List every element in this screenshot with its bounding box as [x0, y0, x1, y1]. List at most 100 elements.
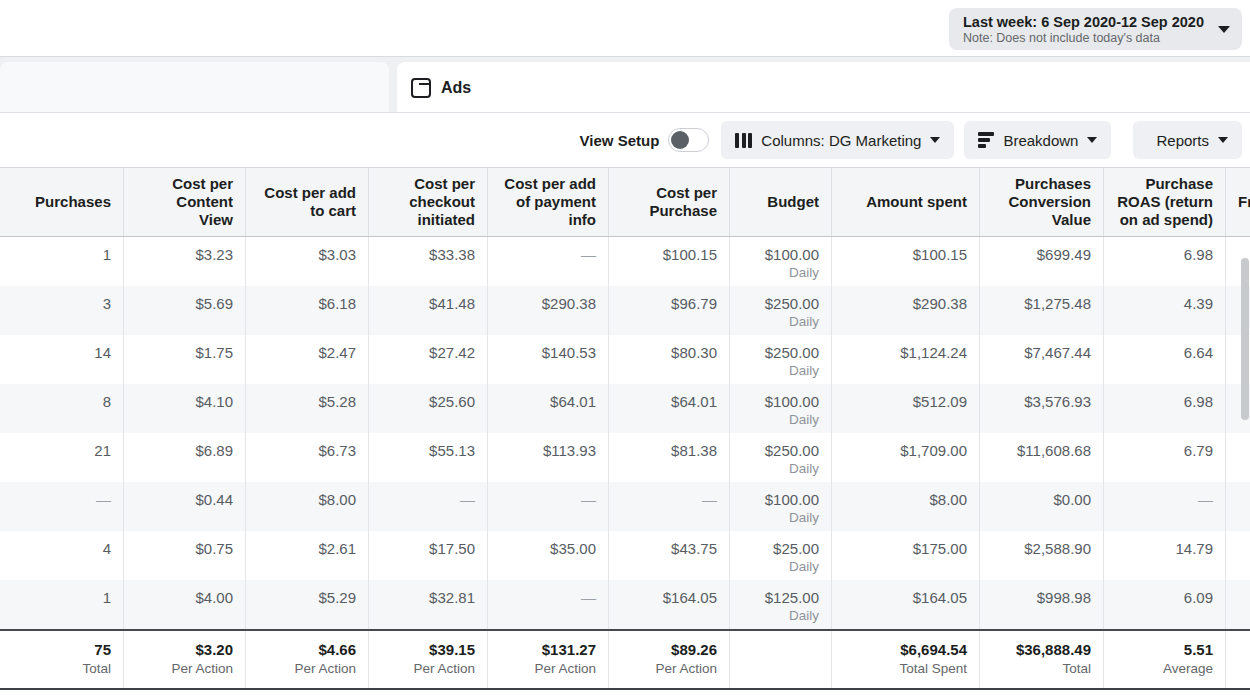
- table-cell: $100.00Daily: [729, 482, 831, 531]
- table-row[interactable]: —$0.44$8.00———$100.00Daily$8.00$0.00—: [0, 482, 1250, 531]
- column-header-label: Budget: [767, 193, 819, 211]
- table-cell: $175.00: [831, 531, 979, 580]
- table-cell: $6.73: [245, 433, 368, 482]
- table-cell: $250.00Daily: [729, 286, 831, 335]
- table-cell: $35.00: [487, 531, 608, 580]
- breakdown-icon: [978, 132, 994, 148]
- table-cell: $5.29: [245, 580, 368, 629]
- vertical-scrollbar-thumb[interactable]: [1241, 258, 1249, 420]
- table-cell: 8: [0, 384, 123, 433]
- table-cell: $164.05: [831, 580, 979, 629]
- table-cell: —: [1103, 482, 1225, 531]
- table-row[interactable]: 14$1.75$2.47$27.42$140.53$80.30$250.00Da…: [0, 335, 1250, 384]
- table-cell: $0.75: [123, 531, 245, 580]
- chevron-down-icon: [1218, 26, 1230, 33]
- table-cell: $25.00Daily: [729, 531, 831, 580]
- table-cell: $2.47: [245, 335, 368, 384]
- table-cell: $55.13: [368, 433, 487, 482]
- toggle-knob: [671, 131, 689, 149]
- breakdown-button[interactable]: Breakdown: [964, 121, 1111, 159]
- table-cell: [1225, 482, 1250, 531]
- column-header-cost-per-add-of-payment-info[interactable]: Cost per add of payment info: [487, 168, 608, 236]
- table-cell: $113.93: [487, 433, 608, 482]
- table-row[interactable]: 4$0.75$2.61$17.50$35.00$43.75$25.00Daily…: [0, 531, 1250, 580]
- ads-icon: [411, 78, 431, 98]
- reports-button-label: Reports: [1156, 132, 1209, 149]
- column-header-cost-per-add-to-cart[interactable]: Cost per add to cart: [245, 168, 368, 236]
- table-totals-row: 75Total$3.20Per Action$4.66Per Action$39…: [0, 629, 1250, 690]
- tab-ads-label: Ads: [441, 79, 471, 97]
- table-cell: $699.49: [979, 237, 1103, 286]
- table-cell: 4: [0, 531, 123, 580]
- table-cell: —: [487, 237, 608, 286]
- table-cell: 4.39: [1103, 286, 1225, 335]
- table-cell: [1225, 580, 1250, 629]
- table-cell: $4.10: [123, 384, 245, 433]
- table-cell: $81.38: [608, 433, 729, 482]
- table-cell: $27.42: [368, 335, 487, 384]
- table-cell: 6.79: [1103, 433, 1225, 482]
- column-header-cost-per-purchase[interactable]: Cost per Purchase: [608, 168, 729, 236]
- table-row[interactable]: 1$4.00$5.29$32.81—$164.05$125.00Daily$16…: [0, 580, 1250, 629]
- column-header-amount-spent[interactable]: Amount spent: [831, 168, 979, 236]
- totals-cell: $131.27Per Action: [487, 631, 608, 688]
- date-range-texts: Last week: 6 Sep 2020-12 Sep 2020 Note: …: [963, 14, 1204, 45]
- table-cell: 6.09: [1103, 580, 1225, 629]
- table-cell: 6.98: [1103, 237, 1225, 286]
- top-bar: Last week: 6 Sep 2020-12 Sep 2020 Note: …: [0, 0, 1250, 57]
- tab-ads[interactable]: Ads: [397, 62, 1250, 113]
- chevron-down-icon: [1087, 137, 1097, 143]
- columns-icon: [735, 133, 752, 148]
- totals-cell: $36,888.49Total: [979, 631, 1103, 688]
- column-header-cost-per-content-view[interactable]: Cost per Content View: [123, 168, 245, 236]
- table-cell: $164.05: [608, 580, 729, 629]
- table-cell: $512.09: [831, 384, 979, 433]
- tab-strip: Ads: [0, 57, 1250, 113]
- reports-button[interactable]: Reports: [1133, 121, 1242, 159]
- table-row[interactable]: 3$5.69$6.18$41.48$290.38$96.79$250.00Dai…: [0, 286, 1250, 335]
- table-cell: $80.30: [608, 335, 729, 384]
- view-setup-toggle[interactable]: [668, 128, 709, 152]
- date-range-selector[interactable]: Last week: 6 Sep 2020-12 Sep 2020 Note: …: [949, 8, 1242, 50]
- table-cell: $1,709.00: [831, 433, 979, 482]
- table-cell: $32.81: [368, 580, 487, 629]
- column-header-purchases-conversion-value[interactable]: Purchases Conversion Value: [979, 168, 1103, 236]
- table-cell: $125.00Daily: [729, 580, 831, 629]
- date-range-note: Note: Does not include today's data: [963, 31, 1204, 45]
- table-row[interactable]: 21$6.89$6.73$55.13$113.93$81.38$250.00Da…: [0, 433, 1250, 482]
- column-header-fr[interactable]: Fr: [1225, 168, 1250, 236]
- table-cell: 3: [0, 286, 123, 335]
- column-header-budget[interactable]: Budget: [729, 168, 831, 236]
- column-header-label: Cost per add of payment info: [500, 175, 596, 229]
- table-cell: $41.48: [368, 286, 487, 335]
- totals-cell: 75Total: [0, 631, 123, 688]
- column-header-cost-per-checkout-initiated[interactable]: Cost per checkout initiated: [368, 168, 487, 236]
- column-header-label: Cost per Content View: [153, 175, 233, 229]
- totals-cell: $39.15Per Action: [368, 631, 487, 688]
- table-cell: $100.00Daily: [729, 384, 831, 433]
- table-cell: $64.01: [608, 384, 729, 433]
- table-cell: $5.28: [245, 384, 368, 433]
- column-header-label: Purchases Conversion Value: [992, 175, 1091, 229]
- column-header-purchases[interactable]: Purchases: [0, 168, 123, 236]
- column-header-purchase-roas-return-on-ad-spend[interactable]: Purchase ROAS (return on ad spend): [1103, 168, 1225, 236]
- columns-button-label: Columns: DG Marketing: [761, 132, 921, 149]
- totals-cell: [729, 631, 831, 688]
- table-cell: $3.03: [245, 237, 368, 286]
- tab-adsets[interactable]: [0, 62, 389, 113]
- columns-button[interactable]: Columns: DG Marketing: [721, 121, 954, 159]
- table-cell: $290.38: [831, 286, 979, 335]
- table-cell: $0.00: [979, 482, 1103, 531]
- chevron-down-icon: [1218, 137, 1228, 143]
- table-row[interactable]: 1$3.23$3.03$33.38—$100.15$100.00Daily$10…: [0, 237, 1250, 286]
- table-row[interactable]: 8$4.10$5.28$25.60$64.01$64.01$100.00Dail…: [0, 384, 1250, 433]
- table-cell: $140.53: [487, 335, 608, 384]
- table-cell: —: [368, 482, 487, 531]
- table-cell: $2,588.90: [979, 531, 1103, 580]
- column-header-label: Purchases: [35, 193, 111, 211]
- column-header-label: Cost per Purchase: [621, 184, 717, 220]
- table-cell: [1225, 433, 1250, 482]
- table-cell: $1,275.48: [979, 286, 1103, 335]
- table-cell: $100.15: [831, 237, 979, 286]
- table-cell: 6.98: [1103, 384, 1225, 433]
